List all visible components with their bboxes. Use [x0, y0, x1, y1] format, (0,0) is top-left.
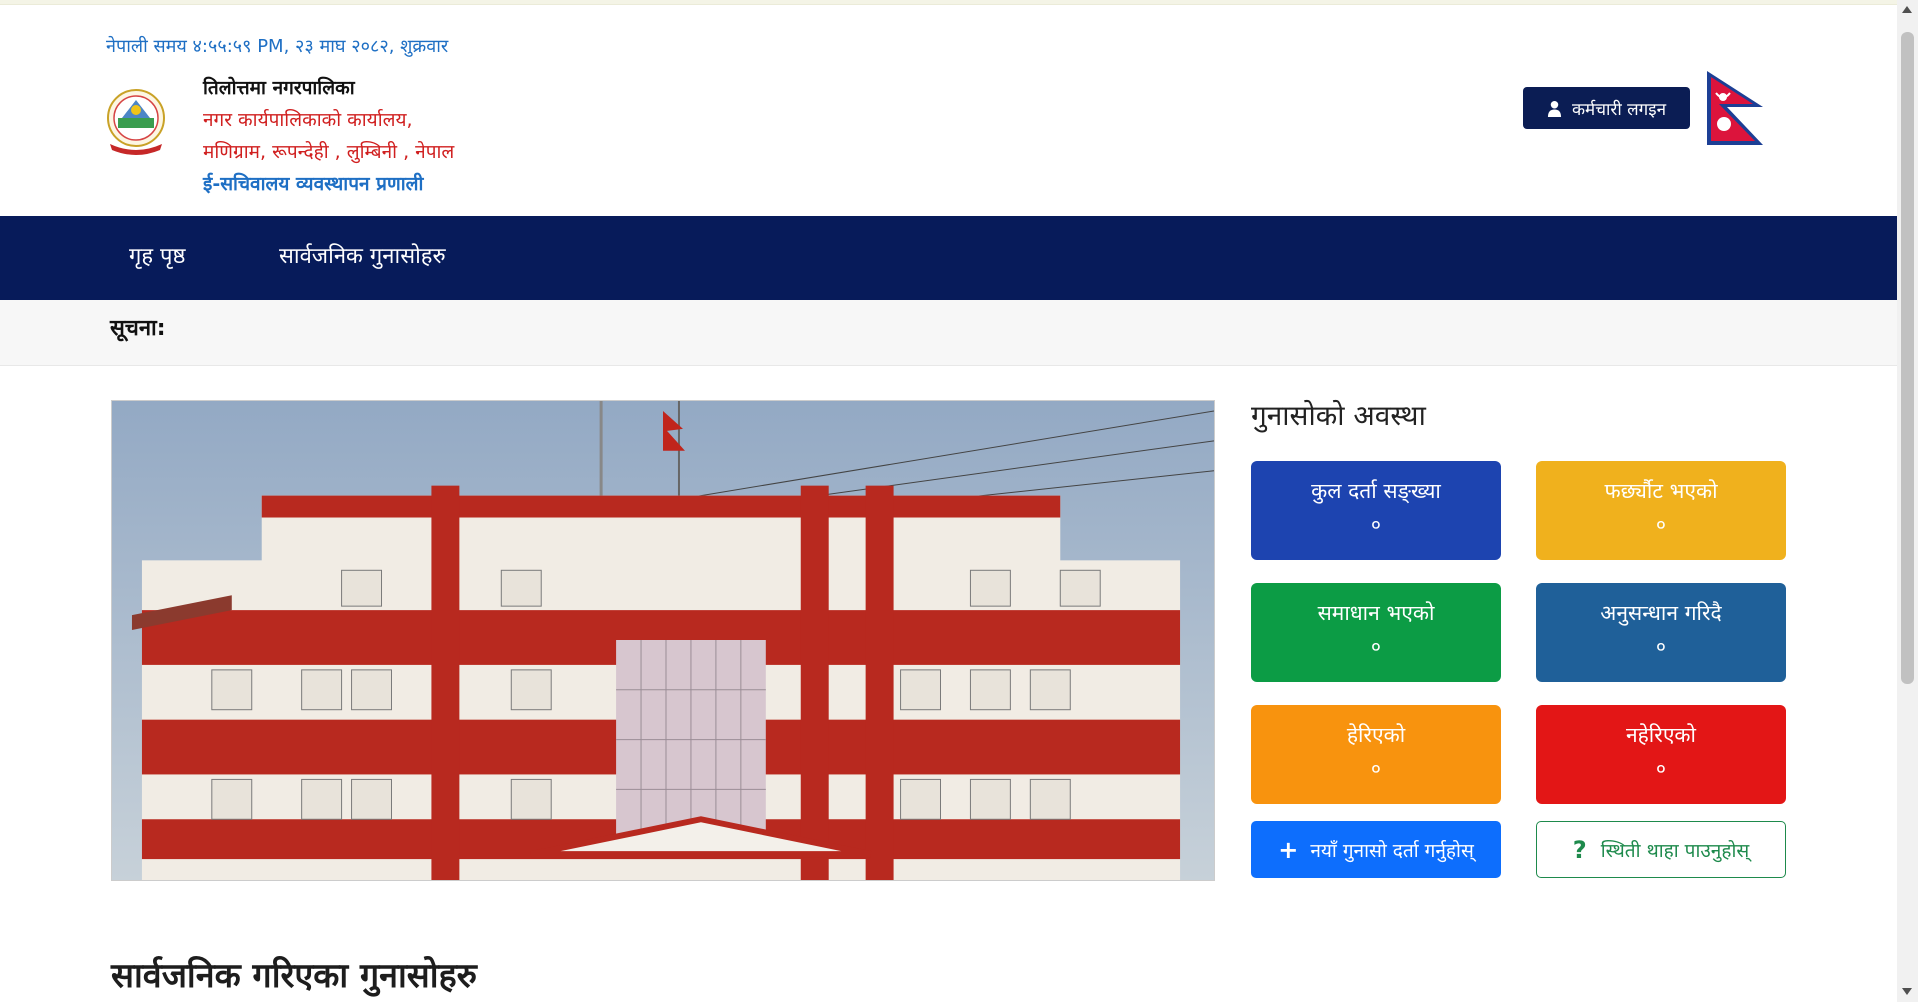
card-value: ० [1371, 514, 1381, 536]
plus-icon: + [1278, 835, 1299, 864]
card-label: कुल दर्ता सङ्ख्या [1311, 479, 1441, 503]
card-viewed[interactable]: हेरिएको ० [1251, 705, 1501, 804]
card-value: ० [1656, 636, 1666, 658]
org-office: नगर कार्यपालिकाको कार्यालय, [203, 109, 413, 131]
page-scrollbar[interactable] [1897, 0, 1918, 1002]
scroll-thumb[interactable] [1901, 32, 1914, 684]
staff-login-label: कर्मचारी लगइन [1571, 99, 1667, 120]
org-name: तिलोत्तमा नगरपालिका [203, 77, 355, 99]
new-complaint-label: नयाँ गुनासो दर्ता गर्नुहोस् [1310, 839, 1474, 862]
main-navbar: गृह पृष्ठ सार्वजनिक गुनासोहरु [0, 216, 1897, 300]
card-label: हेरिएको [1346, 723, 1406, 747]
complaint-status-title: गुनासोको अवस्था [1251, 399, 1426, 432]
nav-home[interactable]: गृह पृष्ठ [129, 240, 186, 270]
office-building-image [111, 400, 1215, 881]
scroll-up-arrow-icon[interactable] [1902, 6, 1912, 13]
card-value: ० [1656, 758, 1666, 780]
notice-label: सूचना: [110, 316, 166, 341]
scroll-down-arrow-icon[interactable] [1902, 988, 1912, 995]
user-icon [1547, 100, 1562, 117]
card-resolved[interactable]: समाधान भएको ० [1251, 583, 1501, 682]
public-complaints-heading: सार्वजनिक गरिएका गुनासोहरु [111, 956, 477, 996]
nav-public-complaints[interactable]: सार्वजनिक गुनासोहरु [279, 240, 446, 270]
nepali-datetime: नेपाली समय ४:५५:५९ PM, २३ माघ २०८२, शुक्… [106, 36, 449, 57]
question-icon: ? [1572, 835, 1587, 864]
card-label: समाधान भएको [1317, 601, 1435, 625]
card-not-viewed[interactable]: नहेरिएको ० [1536, 705, 1786, 804]
card-total-registered[interactable]: कुल दर्ता सङ्ख्या ० [1251, 461, 1501, 560]
card-settled[interactable]: फर्छ्यौट भएको ० [1536, 461, 1786, 560]
new-complaint-button[interactable]: + नयाँ गुनासो दर्ता गर्नुहोस् [1251, 821, 1501, 878]
card-value: ० [1371, 758, 1381, 780]
card-label: अनुसन्धान गरिदै [1600, 601, 1722, 625]
check-status-button[interactable]: ? स्थिती थाहा पाउनुहोस् [1536, 821, 1786, 878]
municipality-logo [107, 89, 165, 155]
card-value: ० [1371, 636, 1381, 658]
organization-info: तिलोत्तमा नगरपालिका नगर कार्यपालिकाको का… [203, 72, 454, 200]
card-label: नहेरिएको [1625, 723, 1696, 747]
notice-bar: सूचना: [0, 300, 1897, 366]
card-investigating[interactable]: अनुसन्धान गरिदै ० [1536, 583, 1786, 682]
card-label: फर्छ्यौट भएको [1604, 479, 1718, 503]
system-name: ई-सचिवालय व्यवस्थापन प्रणाली [203, 173, 424, 195]
top-strip [0, 0, 1897, 5]
check-status-label: स्थिती थाहा पाउनुहोस् [1600, 839, 1750, 862]
nepal-flag-icon [1707, 71, 1763, 145]
card-value: ० [1656, 514, 1666, 536]
staff-login-button[interactable]: कर्मचारी लगइन [1523, 87, 1690, 129]
org-address: मणिग्राम, रूपन्देही , लुम्बिनी , नेपाल [203, 141, 455, 163]
